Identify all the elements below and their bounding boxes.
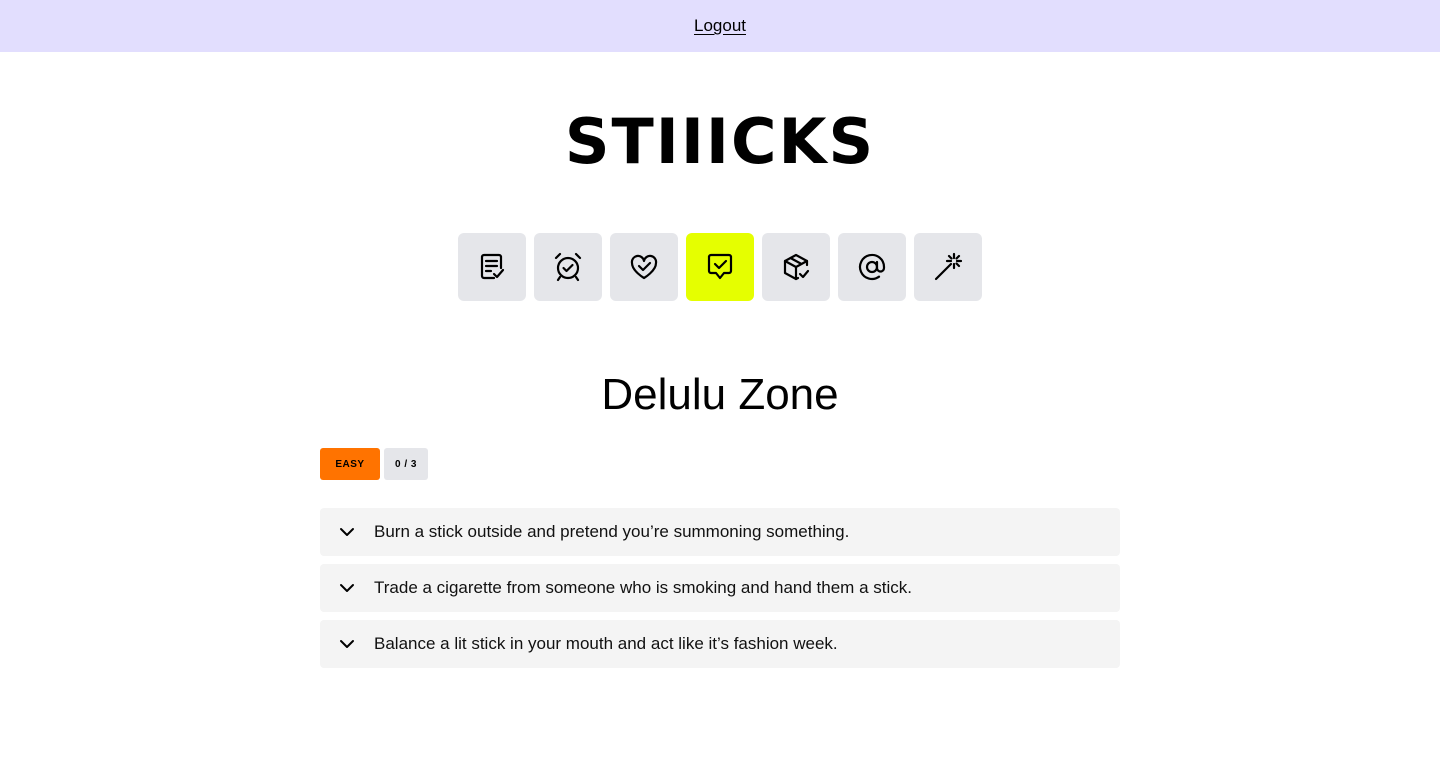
- chevron-down-icon[interactable]: [320, 508, 374, 556]
- checklist-icon: [480, 253, 505, 280]
- category-package-button[interactable]: [762, 233, 830, 301]
- at-sign-icon: [858, 253, 886, 281]
- magic-wand-icon: [934, 252, 963, 281]
- task-item[interactable]: Burn a stick outside and pretend you’re …: [320, 508, 1120, 556]
- section-title: Delulu Zone: [601, 370, 839, 419]
- difficulty-badge: EASY: [320, 448, 380, 480]
- category-checklist-button[interactable]: [458, 233, 526, 301]
- category-magic-button[interactable]: [914, 233, 982, 301]
- chevron-down-icon[interactable]: [320, 620, 374, 668]
- logout-link[interactable]: Logout: [694, 16, 746, 36]
- category-mention-button[interactable]: [838, 233, 906, 301]
- top-bar: Logout: [0, 0, 1440, 52]
- progress-badge: 0 / 3: [384, 448, 428, 480]
- section-badges: EASY 0 / 3: [320, 448, 428, 480]
- chevron-down-icon[interactable]: [320, 564, 374, 612]
- category-heart-button[interactable]: [610, 233, 678, 301]
- alarm-check-icon: [554, 252, 582, 282]
- task-item[interactable]: Trade a cigarette from someone who is sm…: [320, 564, 1120, 612]
- category-icon-bar: [458, 233, 982, 301]
- task-text: Balance a lit stick in your mouth and ac…: [374, 634, 838, 653]
- package-check-icon: [783, 253, 810, 281]
- task-list: Burn a stick outside and pretend you’re …: [320, 508, 1120, 676]
- logo: STIIICKS: [564, 105, 876, 178]
- heart-check-icon: [630, 254, 658, 280]
- task-text: Trade a cigarette from someone who is sm…: [374, 578, 912, 597]
- category-message-button[interactable]: [686, 233, 754, 301]
- task-text: Burn a stick outside and pretend you’re …: [374, 522, 850, 541]
- task-item[interactable]: Balance a lit stick in your mouth and ac…: [320, 620, 1120, 668]
- message-check-icon: [707, 253, 733, 280]
- category-alarm-button[interactable]: [534, 233, 602, 301]
